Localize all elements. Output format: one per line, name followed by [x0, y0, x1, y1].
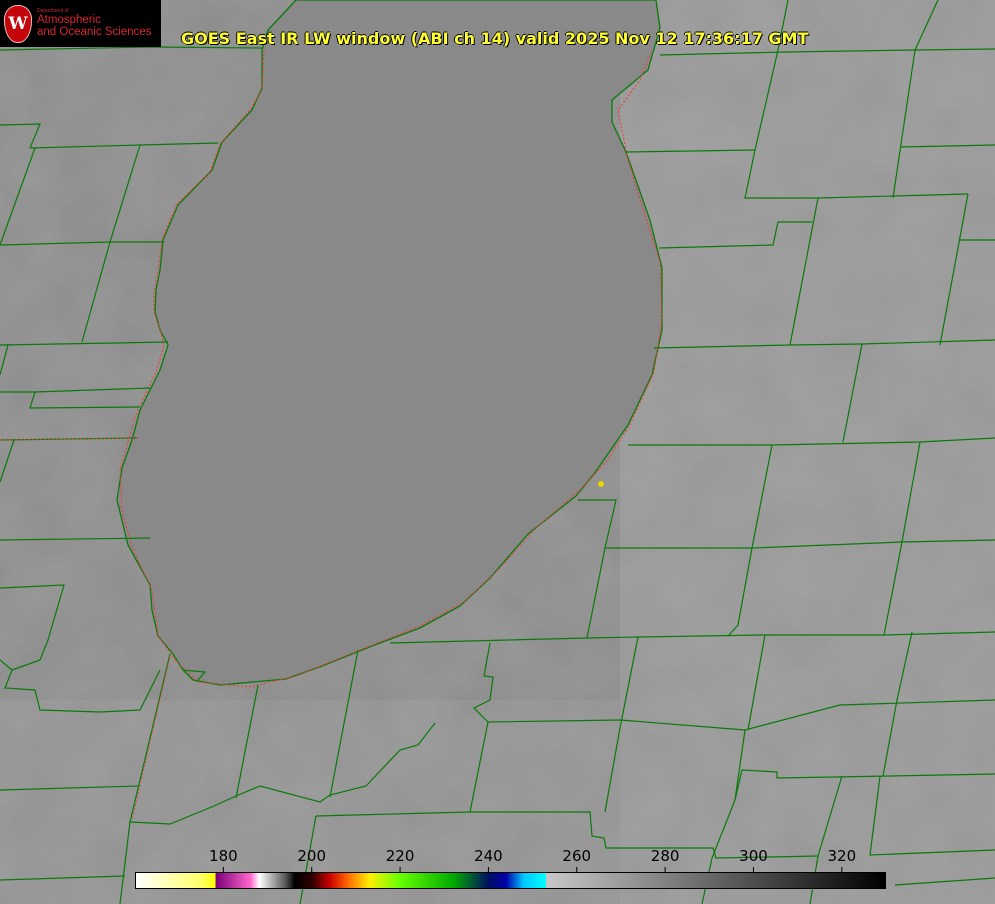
- colorbar-label-200: 200: [297, 847, 327, 865]
- colorbar-label-280: 280: [650, 847, 680, 865]
- logo-text: Department of Atmospheric and Oceanic Sc…: [37, 8, 152, 39]
- satellite-map[interactable]: [0, 0, 995, 904]
- logo-line-2: and Oceanic Sciences: [37, 26, 152, 39]
- image-title: GOES East IR LW window (ABI ch 14) valid…: [181, 29, 809, 48]
- colorbar-label-180: 180: [209, 847, 238, 865]
- uw-seal-icon: W: [4, 4, 32, 43]
- logo-line-1: Atmospheric: [37, 14, 101, 27]
- observation-site-dot[interactable]: [598, 481, 604, 487]
- colorbar-label-300: 300: [739, 847, 768, 865]
- colorbar-label-320: 320: [827, 847, 857, 865]
- aos-logo[interactable]: W Department of Atmospheric and Oceanic …: [0, 0, 161, 47]
- colorbar-label-240: 240: [474, 847, 503, 865]
- colorbar-label-260: 260: [562, 847, 592, 865]
- temperature-colorbar: [135, 872, 886, 889]
- colorbar-label-220: 220: [385, 847, 415, 865]
